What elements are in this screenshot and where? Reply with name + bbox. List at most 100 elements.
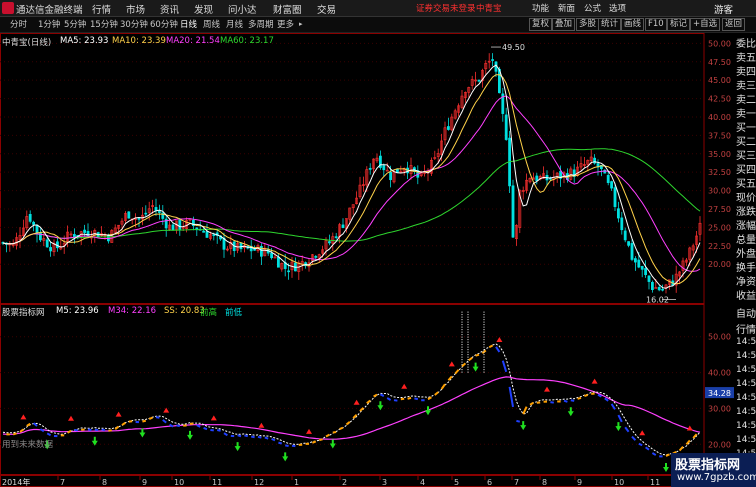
ss-segment: [468, 356, 473, 362]
tool-fuquan[interactable]: 复权: [529, 18, 553, 31]
tool-mark[interactable]: 标记: [667, 18, 691, 31]
ss-segment: [685, 439, 691, 446]
candle-body: [644, 268, 648, 276]
side-tick-time: 14:50: [736, 351, 756, 361]
period-5min[interactable]: 5分钟: [64, 18, 86, 30]
main-y-tick: 32.50: [708, 168, 731, 177]
tool-add-watchlist[interactable]: +自选: [690, 18, 721, 31]
buy-signal-icon: [520, 421, 527, 431]
period-daily[interactable]: 日线: [180, 18, 197, 30]
tool-overlay[interactable]: 叠加: [552, 18, 576, 31]
candle-body: [477, 79, 481, 82]
period-30min[interactable]: 30分钟: [120, 18, 148, 30]
candle-body: [158, 211, 161, 213]
menu-news[interactable]: 资讯: [160, 2, 179, 16]
side-quote-label: 换手: [736, 263, 756, 274]
candle-body: [623, 230, 627, 241]
menu-market[interactable]: 市场: [126, 2, 145, 16]
ss-segment: [434, 391, 439, 396]
side-quote-label: 外盘: [736, 249, 756, 260]
menu-discover[interactable]: 发现: [194, 2, 213, 16]
app-title: 通达信金融终端: [16, 5, 83, 16]
side-quote-label: 卖二: [736, 95, 756, 106]
sell-signal-icon: [401, 383, 408, 389]
tool-f10[interactable]: F10: [645, 18, 667, 31]
ss-label: SS: 20.83: [164, 306, 205, 316]
sell-signal-icon: [639, 430, 646, 436]
period-15min[interactable]: 15分钟: [90, 18, 118, 30]
period-60min[interactable]: 60分钟: [150, 18, 178, 30]
ss-segment: [379, 393, 385, 397]
tool-multi-stock[interactable]: 多股: [576, 18, 600, 31]
menu-formula[interactable]: 公式: [584, 2, 601, 14]
buy-signal-icon: [425, 406, 431, 416]
period-monthly[interactable]: 月线: [226, 18, 243, 30]
side-quote-label: 净资: [736, 277, 756, 288]
app-logo-icon: [2, 2, 14, 14]
candle-body: [38, 232, 42, 241]
tool-stats[interactable]: 统计: [598, 18, 622, 31]
period-more[interactable]: 更多: [277, 18, 294, 30]
menu-ask[interactable]: 问小达: [228, 2, 257, 16]
buy-signal-icon: [472, 362, 479, 372]
period-weekly[interactable]: 周线: [203, 18, 220, 30]
candle-body: [389, 172, 393, 181]
ss-segment: [522, 406, 528, 415]
sell-signal-icon: [353, 399, 360, 405]
main-y-tick: 20.00: [708, 260, 731, 269]
side-auto-tab[interactable]: 自动: [736, 305, 756, 320]
candle-body: [368, 167, 372, 170]
menu-wealth[interactable]: 财富圈: [273, 2, 302, 16]
side-quote-label: 买一: [736, 123, 756, 134]
period-1min[interactable]: 1分钟: [38, 18, 60, 30]
main-y-tick: 25.00: [708, 223, 731, 232]
candle-body: [382, 165, 386, 171]
main-y-tick: 35.00: [708, 150, 731, 159]
ss-segment: [46, 432, 52, 437]
candle-body: [650, 281, 654, 290]
ss-segment: [495, 346, 501, 353]
ss-segment: [257, 435, 262, 439]
candle-body: [45, 239, 49, 248]
side-quote-tab[interactable]: 行情: [736, 321, 756, 336]
candle-body: [49, 247, 53, 252]
ss-segment: [108, 429, 112, 432]
chevron-right-icon[interactable]: ▸: [299, 20, 303, 28]
guest-label[interactable]: 游客: [714, 2, 733, 16]
ss-segment: [339, 426, 344, 431]
candle-body: [341, 224, 345, 228]
x-axis-month: 6: [487, 478, 492, 487]
menu-trade[interactable]: 交易: [317, 2, 336, 16]
ss-segment: [244, 434, 249, 438]
candle-body: [606, 175, 610, 183]
high-price-label: 49.50: [502, 43, 525, 52]
buy-signal-icon: [139, 428, 146, 438]
candle-body: [171, 224, 175, 231]
ss-segment: [563, 399, 568, 403]
tool-back[interactable]: 返回: [722, 18, 746, 31]
period-multi[interactable]: 多周期: [248, 18, 274, 30]
candle-body: [637, 259, 641, 268]
ss-segment: [624, 426, 630, 433]
ss-segment: [570, 399, 575, 402]
period-intraday[interactable]: 分时: [10, 18, 27, 30]
ss-segment: [631, 435, 637, 441]
tool-draw[interactable]: 画线: [621, 18, 645, 31]
menu-options[interactable]: 选项: [609, 2, 626, 14]
main-y-tick: 47.50: [708, 58, 731, 67]
ss-segment: [577, 396, 582, 400]
candle-body: [633, 258, 637, 263]
menu-quotes[interactable]: 行情: [92, 2, 111, 16]
candle-body: [270, 252, 274, 259]
menu-new-page[interactable]: 新面: [558, 2, 575, 14]
x-axis-month: 2: [342, 478, 347, 487]
candle-body: [205, 231, 209, 238]
side-tick-time: 14:50: [736, 435, 756, 445]
menu-function[interactable]: 功能: [532, 2, 549, 14]
ss-segment: [550, 401, 554, 404]
login-alert[interactable]: 证券交易未登录: [416, 2, 476, 14]
ss-segment: [203, 426, 208, 431]
ma5-line: [2, 64, 701, 289]
watermark-title: 股票指标网: [675, 458, 741, 473]
kline-chart[interactable]: 50.00 47.50 45.00 42.50 40.00 37.50 35.00 32.50…: [0, 33, 756, 487]
